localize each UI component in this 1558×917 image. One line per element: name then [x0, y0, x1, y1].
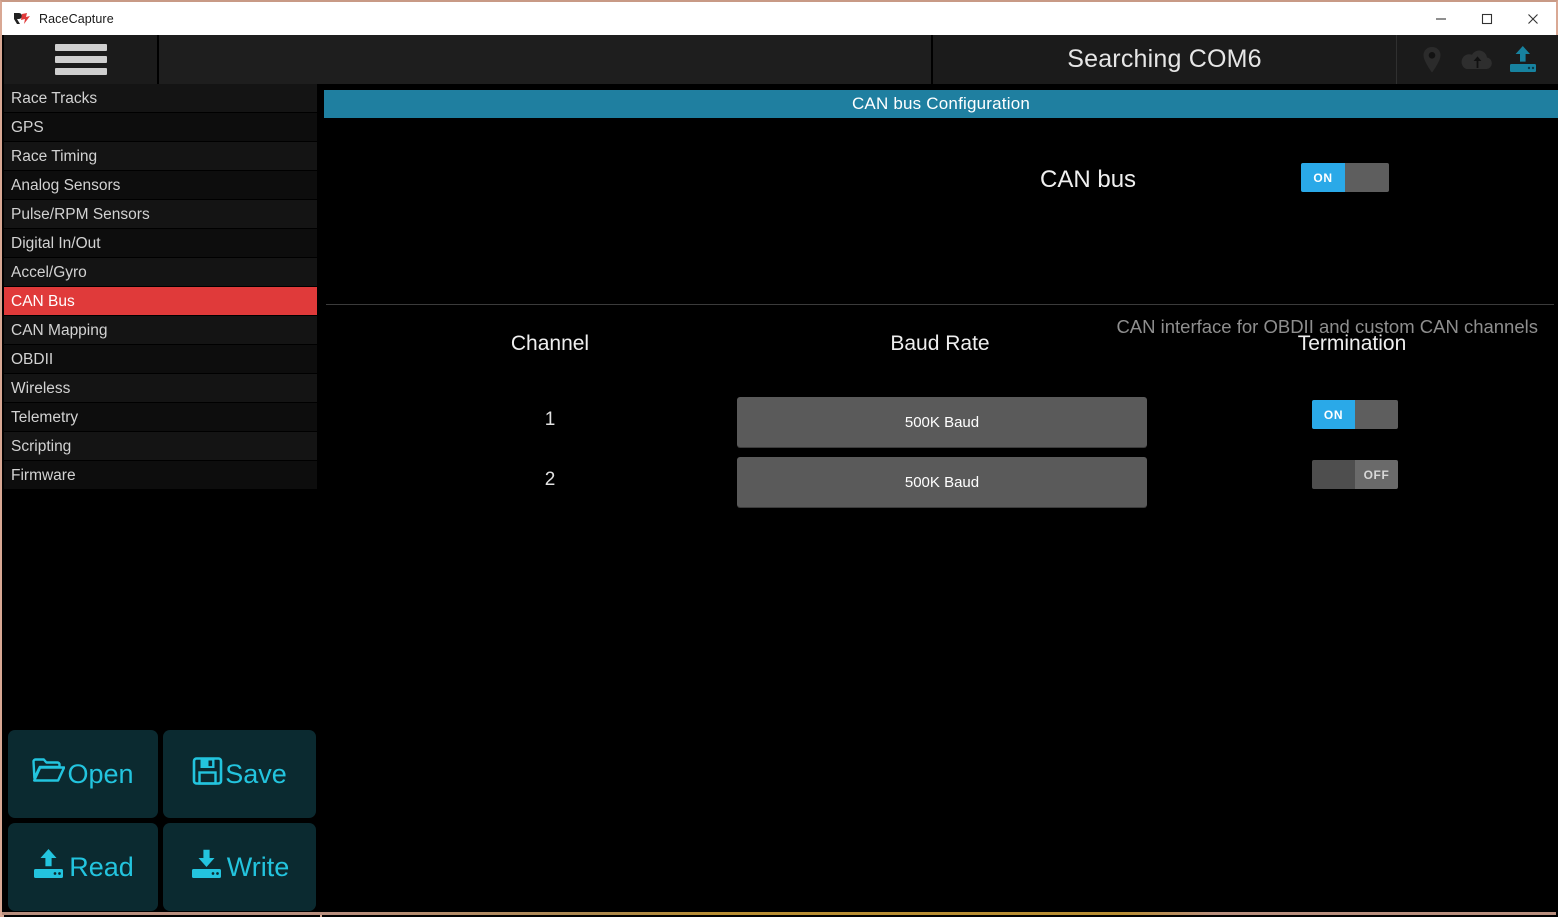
column-header-termination: Termination [1297, 332, 1407, 355]
device-read-icon [32, 848, 67, 887]
device-write-icon [190, 848, 225, 887]
sidebar-item-can-mapping[interactable]: CAN Mapping [4, 316, 317, 345]
save-button-label: Save [225, 758, 287, 789]
sidebar-item-analog-sensors[interactable]: Analog Sensors [4, 171, 317, 200]
menu-button[interactable] [4, 35, 159, 84]
sidebar-item-scripting[interactable]: Scripting [4, 432, 317, 461]
channel-number: 2 [544, 469, 556, 490]
table-row: 1 500K Baud ON [322, 394, 1558, 454]
header-spacer [159, 35, 933, 84]
sidebar-action-buttons: Open Save Read Write [8, 730, 316, 911]
column-header-channel: Channel [510, 332, 590, 355]
app-header-bar: Searching COM6 [4, 35, 1558, 84]
write-button-label: Write [226, 851, 290, 882]
sidebar: Race Tracks GPS Race Timing Analog Senso… [4, 84, 320, 917]
minimize-button[interactable] [1418, 2, 1464, 35]
hamburger-menu-icon [54, 39, 107, 80]
sidebar-item-race-timing[interactable]: Race Timing [4, 142, 317, 171]
sidebar-item-can-bus[interactable]: CAN Bus [4, 287, 317, 316]
sidebar-item-obdii[interactable]: OBDII [4, 345, 317, 374]
canbus-label: CAN bus [1040, 166, 1137, 193]
canbus-toggle-track [1345, 163, 1389, 192]
sidebar-item-gps[interactable]: GPS [4, 113, 317, 142]
floppy-disk-icon [192, 756, 223, 793]
location-pin-icon[interactable] [1414, 43, 1450, 77]
sidebar-item-pulse-rpm-sensors[interactable]: Pulse/RPM Sensors [4, 200, 317, 229]
canbus-enable-row: CAN bus ON [322, 150, 1558, 210]
window-bottom-border [2, 912, 1556, 915]
section-title: CAN bus Configuration [324, 90, 1558, 118]
main-content: CAN bus Configuration CAN bus ON CAN int… [322, 84, 1558, 917]
open-button[interactable]: Open [8, 730, 158, 818]
termination-toggle[interactable]: ON [1312, 400, 1398, 429]
folder-open-icon [32, 756, 66, 793]
sidebar-item-wireless[interactable]: Wireless [4, 374, 317, 403]
save-button[interactable]: Save [163, 730, 316, 818]
open-button-label: Open [67, 758, 134, 789]
window-title: RaceCapture [39, 11, 114, 26]
read-button-label: Read [69, 851, 134, 882]
maximize-button[interactable] [1464, 2, 1510, 35]
connection-status-text: Searching COM6 [1067, 45, 1262, 73]
write-button[interactable]: Write [163, 823, 316, 911]
application-window: RaceCapture Searching COM6 Race Tracks G… [0, 0, 1558, 917]
sidebar-item-race-tracks[interactable]: Race Tracks [4, 84, 317, 113]
baud-rate-selector[interactable]: 500K Baud [737, 397, 1147, 447]
sidebar-item-digital-in-out[interactable]: Digital In/Out [4, 229, 317, 258]
section-divider [326, 304, 1554, 305]
cloud-upload-icon[interactable] [1459, 43, 1495, 77]
canbus-toggle[interactable]: ON [1301, 163, 1389, 192]
baud-rate-selector[interactable]: 500K Baud [737, 457, 1147, 507]
sidebar-item-telemetry[interactable]: Telemetry [4, 403, 317, 432]
termination-toggle-track [1355, 400, 1398, 429]
channel-number: 1 [544, 409, 556, 430]
racecapture-logo-icon [13, 12, 31, 26]
read-button[interactable]: Read [8, 823, 158, 911]
termination-toggle-track [1312, 460, 1355, 489]
table-header-row: Channel Baud Rate Termination [322, 332, 1558, 362]
column-header-baud-rate: Baud Rate [890, 332, 990, 355]
termination-toggle[interactable]: OFF [1312, 460, 1398, 489]
termination-toggle-on-label: ON [1312, 400, 1355, 429]
canbus-toggle-on-label: ON [1301, 163, 1345, 192]
device-upload-icon[interactable] [1505, 43, 1541, 77]
window-title-bar: RaceCapture [2, 2, 1556, 35]
header-icon-group [1397, 35, 1558, 84]
sidebar-item-accel-gyro[interactable]: Accel/Gyro [4, 258, 317, 287]
close-button[interactable] [1510, 2, 1556, 35]
sidebar-nav-list: Race Tracks GPS Race Timing Analog Senso… [4, 84, 317, 490]
table-row: 2 500K Baud OFF [322, 454, 1558, 514]
sidebar-item-firmware[interactable]: Firmware [4, 461, 317, 490]
termination-toggle-off-label: OFF [1355, 460, 1398, 489]
connection-status: Searching COM6 [933, 35, 1397, 84]
